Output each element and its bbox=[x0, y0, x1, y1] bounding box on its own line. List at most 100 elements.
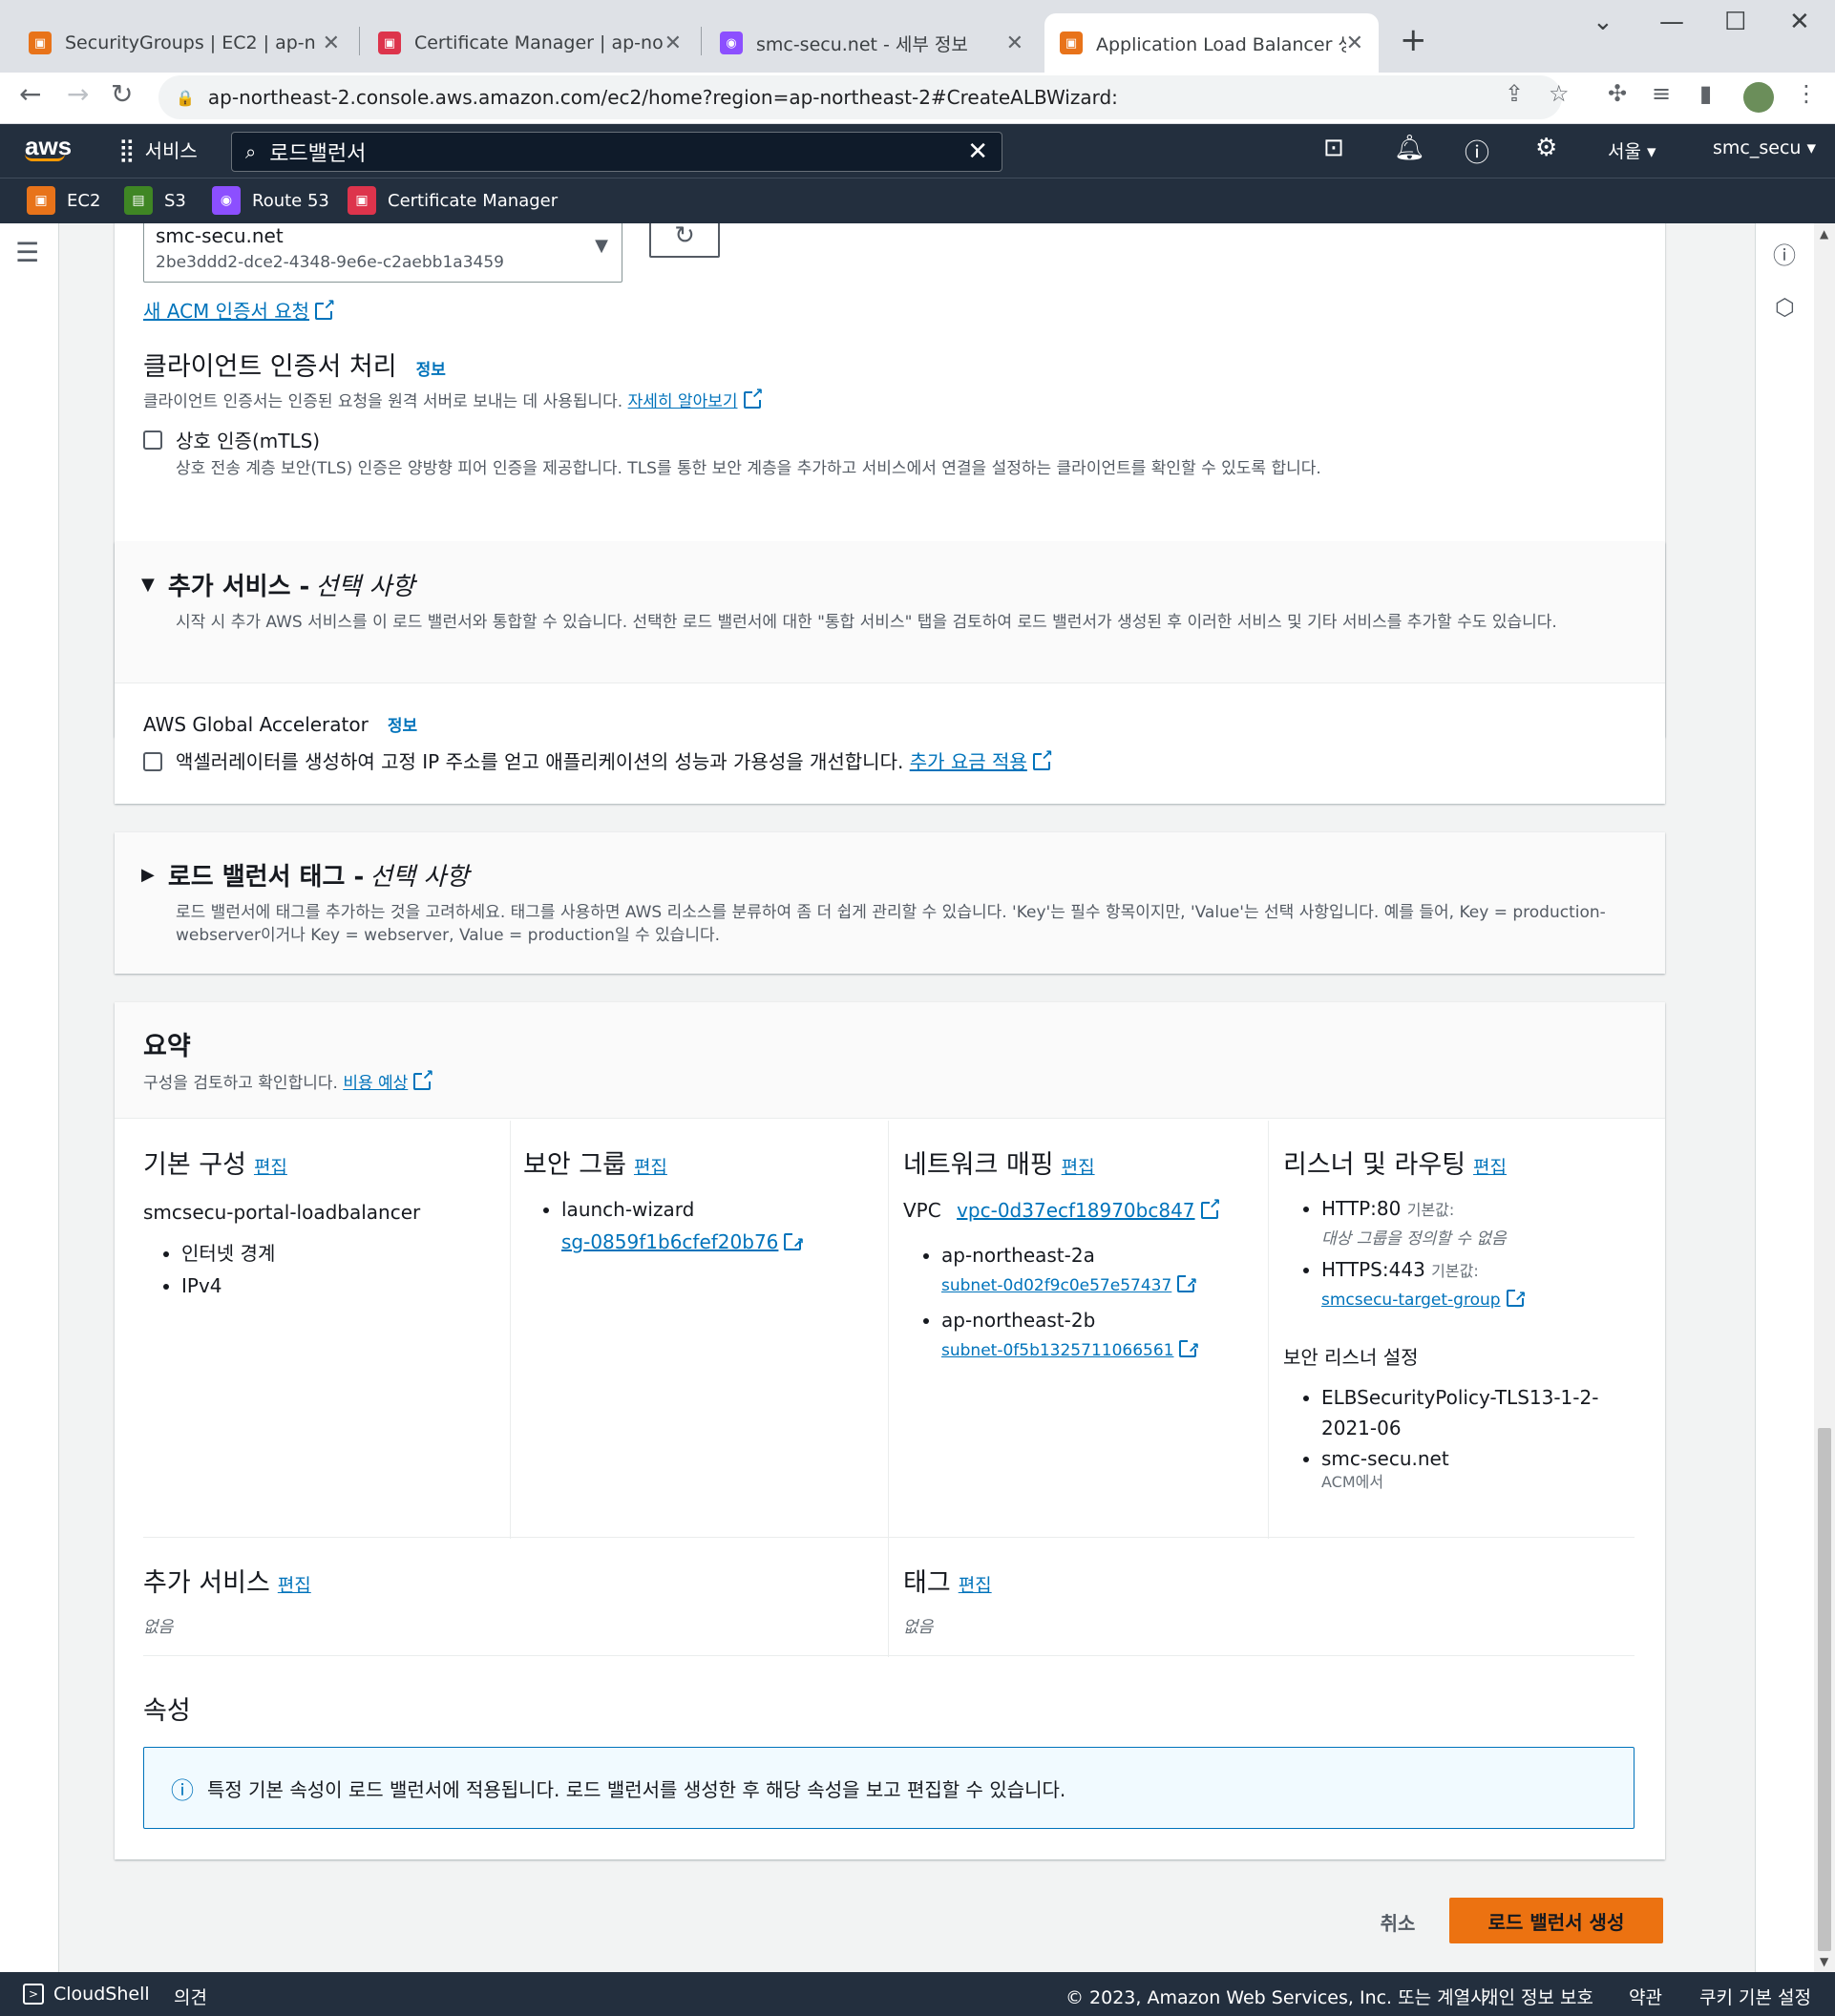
page-scrollbar[interactable]: ▲ ▼ bbox=[1814, 223, 1835, 1972]
new-tab-icon[interactable]: + bbox=[1400, 21, 1427, 59]
scroll-down-icon[interactable]: ▼ bbox=[1820, 1955, 1828, 1968]
close-tab-icon[interactable]: ✕ bbox=[1346, 32, 1363, 55]
edit-basic-link[interactable]: 편집 bbox=[254, 1157, 287, 1178]
account-menu[interactable]: smc_secu ▾ bbox=[1713, 137, 1816, 158]
extensions-icon[interactable]: ✣ bbox=[1608, 80, 1627, 107]
cloudshell-link[interactable]: > CloudShell bbox=[23, 1984, 150, 2005]
external-link-icon bbox=[784, 1227, 804, 1259]
profile-avatar[interactable] bbox=[1743, 82, 1774, 113]
cookie-preferences-link[interactable]: 쿠키 기본 설정 bbox=[1699, 1984, 1811, 2009]
favorite-route53[interactable]: ◉ Route 53 bbox=[212, 186, 329, 215]
close-tab-icon[interactable]: ✕ bbox=[1006, 32, 1023, 55]
refresh-icon: ↻ bbox=[674, 223, 695, 250]
global-accelerator-checkbox[interactable] bbox=[143, 752, 162, 771]
load-balancer-tags-panel: ▶ 로드 밸런서 태그 - 선택 사항 로드 밸런서에 태그를 추가하는 것을 … bbox=[115, 832, 1665, 974]
vpc-link[interactable]: vpc-0d37ecf18970bc847 bbox=[957, 1199, 1194, 1222]
browser-tab-certificate-manager[interactable]: ▣ Certificate Manager | ap-northeast-2 ✕ bbox=[363, 13, 697, 73]
copyright-text: © 2023, Amazon Web Services, Inc. 또는 계열사… bbox=[1065, 1987, 1493, 2008]
mtls-checkbox[interactable] bbox=[143, 430, 162, 450]
external-link-icon bbox=[413, 1066, 433, 1090]
forward-icon[interactable]: → bbox=[67, 78, 89, 110]
cost-estimate-link[interactable]: 비용 예상 bbox=[343, 1074, 408, 1093]
page-content: ☰ smc-secu.net 2be3ddd2-dce2-4348-9e6e-c… bbox=[0, 223, 1835, 1972]
summary-panel: 요약 구성을 검토하고 확인합니다. 비용 예상 기본 구성편집 smcsecu… bbox=[115, 1002, 1665, 1859]
info-panel-icon[interactable]: ⓘ bbox=[1773, 237, 1796, 270]
tags-description: 로드 밸런서에 태그를 추가하는 것을 고려하세요. 태그를 사용하면 AWS … bbox=[176, 903, 1606, 945]
request-acm-certificate-link[interactable]: 새 ACM 인증서 요청 bbox=[143, 296, 335, 324]
back-icon[interactable]: ← bbox=[19, 78, 41, 110]
security-group-link[interactable]: sg-0859f1b6cfef20b76 bbox=[561, 1230, 778, 1253]
close-tab-icon[interactable]: ✕ bbox=[664, 32, 682, 55]
subnet-link[interactable]: subnet-0f5b1325711066561 bbox=[941, 1341, 1173, 1360]
edit-tags-link[interactable]: 편집 bbox=[959, 1575, 992, 1596]
info-link[interactable]: 정보 bbox=[416, 356, 446, 380]
global-accelerator-label: 액셀러레이터를 생성하여 고정 IP 주소를 얻고 애플리케이션의 성능과 가용… bbox=[176, 746, 1053, 774]
terms-link[interactable]: 약관 bbox=[1629, 1984, 1662, 2009]
cancel-button[interactable]: 취소 bbox=[1350, 1901, 1445, 1942]
side-panel-icon[interactable]: ▮ bbox=[1699, 80, 1712, 107]
list-item: IPv4 bbox=[181, 1270, 275, 1302]
addon-services-header[interactable]: ▼ 추가 서비스 - 선택 사항 bbox=[141, 567, 414, 602]
reload-icon[interactable]: ↻ bbox=[111, 78, 133, 110]
favorite-s3[interactable]: ▤ S3 bbox=[124, 186, 186, 215]
list-item: 인터넷 경계 bbox=[181, 1237, 275, 1270]
info-link[interactable]: 정보 bbox=[388, 712, 417, 736]
subnet-link[interactable]: subnet-0d02f9c0e57e57437 bbox=[941, 1276, 1171, 1295]
additional-charges-link[interactable]: 추가 요금 적용 bbox=[910, 750, 1027, 773]
target-group-link[interactable]: smcsecu-target-group bbox=[1321, 1291, 1501, 1310]
privacy-link[interactable]: 개인 정보 보호 bbox=[1482, 1984, 1593, 2009]
search-icon: ⌕ bbox=[245, 140, 257, 163]
browser-tab-alb-create[interactable]: ▣ Application Load Balancer 생성 ✕ bbox=[1044, 13, 1379, 73]
browser-tab-securitygroups[interactable]: ▣ SecurityGroups | EC2 | ap-northeast-2 … bbox=[13, 13, 355, 73]
client-cert-heading: 클라이언트 인증서 처리 정보 bbox=[143, 352, 446, 382]
bookmark-star-icon[interactable]: ☆ bbox=[1549, 80, 1570, 107]
list-item: launch-wizard sg-0859f1b6cfef20b76 bbox=[561, 1193, 867, 1259]
addon-services-panel: ▼ 추가 서비스 - 선택 사항 시작 시 추가 AWS 서비스를 이 로드 밸… bbox=[115, 542, 1665, 804]
clear-search-icon[interactable]: ✕ bbox=[967, 137, 988, 166]
refresh-button[interactable]: ↻ bbox=[649, 223, 720, 258]
favorite-certificate-manager[interactable]: ▣ Certificate Manager bbox=[348, 186, 558, 215]
edit-network-link[interactable]: 편집 bbox=[1062, 1157, 1095, 1178]
feedback-link[interactable]: 의견 bbox=[174, 1984, 207, 2009]
edit-listeners-link[interactable]: 편집 bbox=[1473, 1157, 1507, 1178]
certificate-select[interactable]: smc-secu.net 2be3ddd2-dce2-4348-9e6e-c2a… bbox=[143, 223, 622, 283]
scroll-up-icon[interactable]: ▲ bbox=[1820, 227, 1828, 241]
cloudshell-icon[interactable]: ⊡ bbox=[1323, 134, 1344, 162]
region-selector[interactable]: 서울 ▾ bbox=[1608, 137, 1656, 163]
create-load-balancer-button[interactable]: 로드 밸런서 생성 bbox=[1449, 1898, 1663, 1943]
acm-favicon-icon: ▣ bbox=[378, 32, 401, 54]
hamburger-menu-icon[interactable]: ☰ bbox=[15, 237, 39, 268]
minimize-icon[interactable]: — bbox=[1659, 8, 1684, 36]
subnet-list: ap-northeast-2a subnet-0d02f9c0e57e57437… bbox=[903, 1241, 1247, 1365]
close-window-icon[interactable]: ✕ bbox=[1789, 8, 1810, 36]
menu-kebab-icon[interactable]: ⋮ bbox=[1795, 80, 1818, 107]
tags-header[interactable]: ▶ 로드 밸런서 태그 - 선택 사항 bbox=[141, 857, 469, 892]
maximize-icon[interactable]: ☐ bbox=[1724, 8, 1746, 36]
settings-gear-icon[interactable]: ⚙ bbox=[1535, 134, 1557, 162]
url-field[interactable]: 🔒 ap-northeast-2.console.aws.amazon.com/… bbox=[158, 75, 1562, 119]
browser-tab-route53[interactable]: ◉ smc-secu.net - 세부 정보 ✕ bbox=[705, 13, 1039, 73]
shield-icon[interactable]: ⬡ bbox=[1775, 294, 1795, 321]
media-icon[interactable]: ≡ bbox=[1652, 80, 1671, 107]
help-icon[interactable]: ⓘ bbox=[1465, 134, 1489, 169]
left-rail: ☰ bbox=[0, 223, 59, 1972]
edit-security-groups-link[interactable]: 편집 bbox=[634, 1157, 667, 1178]
lock-icon: 🔒 bbox=[176, 88, 195, 107]
external-link-icon bbox=[1200, 1195, 1221, 1219]
vpc-row: VPC vpc-0d37ecf18970bc847 bbox=[903, 1195, 1221, 1222]
share-icon[interactable]: ⇪ bbox=[1505, 80, 1524, 107]
learn-more-link[interactable]: 자세히 알아보기 bbox=[628, 392, 738, 411]
console-search-input[interactable]: ⌕ 로드밸런서 ✕ bbox=[231, 132, 1002, 172]
route53-icon: ◉ bbox=[212, 186, 241, 215]
tab-search-icon[interactable]: ⌄ bbox=[1592, 8, 1614, 36]
services-menu[interactable]: ⣿ 서비스 bbox=[118, 136, 198, 163]
edit-addons-link[interactable]: 편집 bbox=[278, 1575, 311, 1596]
global-accelerator-heading: AWS Global Accelerator 정보 bbox=[143, 712, 418, 736]
scroll-thumb[interactable] bbox=[1818, 1428, 1831, 1951]
close-tab-icon[interactable]: ✕ bbox=[323, 32, 340, 55]
ec2-icon: ▣ bbox=[27, 186, 55, 215]
external-link-icon bbox=[743, 385, 763, 409]
aws-logo[interactable]: aws bbox=[25, 132, 72, 161]
favorite-ec2[interactable]: ▣ EC2 bbox=[27, 186, 100, 215]
notifications-bell-icon[interactable]: 🔔︎ bbox=[1394, 134, 1425, 162]
